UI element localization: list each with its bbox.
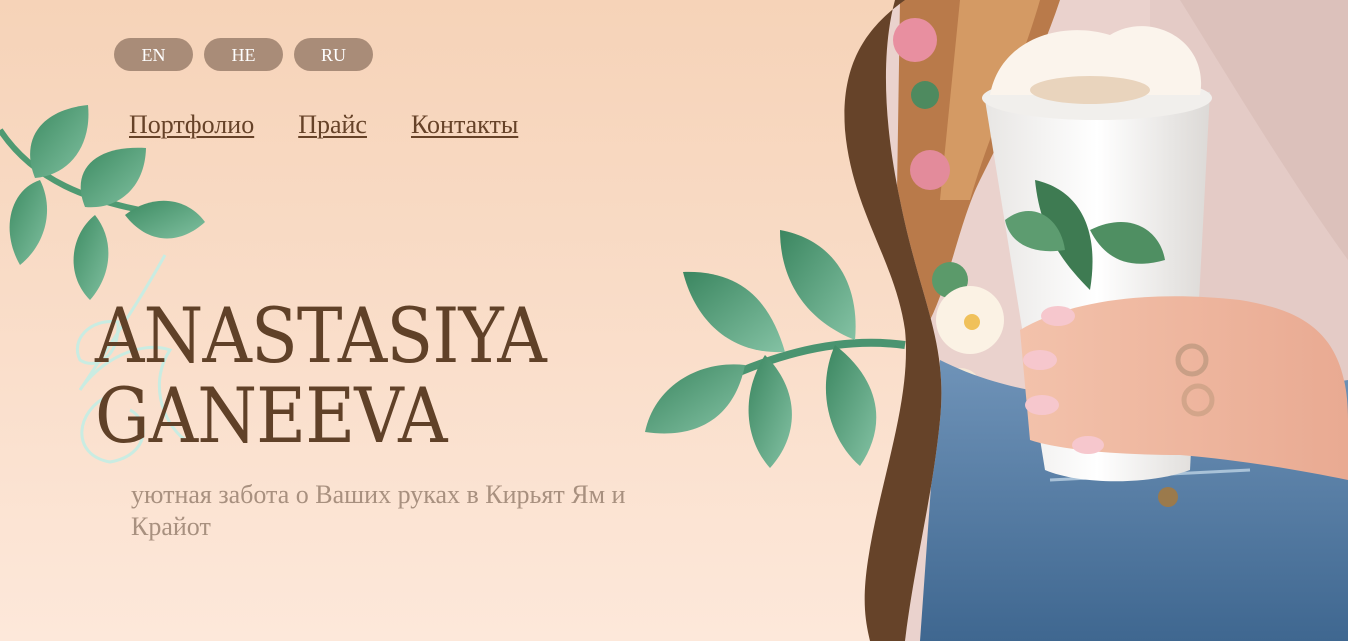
lang-button-en[interactable]: EN — [114, 38, 193, 71]
hero-name-first: ANASTASIYA — [95, 291, 547, 380]
hero-tagline: уютная забота о Ваших руках в Кирьят Ям … — [131, 480, 626, 541]
hero-title: ANASTASIYA GANEEVA — [95, 291, 547, 460]
main-nav: Портфолио Прайс Контакты — [129, 110, 518, 140]
nav-link-contacts[interactable]: Контакты — [411, 110, 518, 140]
hero-name-last: GANEEVA — [95, 371, 448, 460]
lang-button-ru[interactable]: RU — [294, 38, 373, 71]
language-switcher: EN HE RU — [114, 38, 373, 71]
nav-link-portfolio[interactable]: Портфолио — [129, 110, 254, 140]
nav-link-price[interactable]: Прайс — [298, 110, 367, 140]
lang-button-he[interactable]: HE — [204, 38, 283, 71]
